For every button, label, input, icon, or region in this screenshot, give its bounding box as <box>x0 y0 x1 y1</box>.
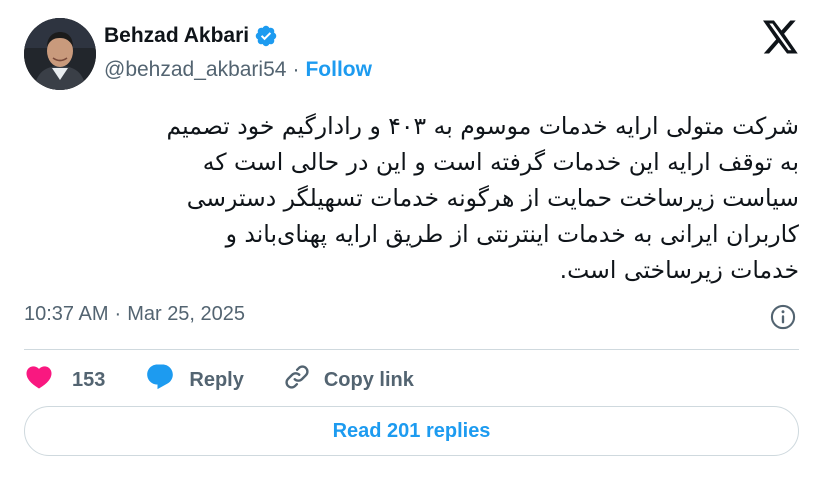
follow-button[interactable]: Follow <box>305 58 372 82</box>
copy-link-label: Copy link <box>323 368 414 391</box>
author-display-name[interactable]: Behzad Akbari <box>104 24 249 48</box>
tweet-time: 10:37 AM <box>24 303 109 325</box>
avatar[interactable] <box>24 18 96 90</box>
handle-separator: · <box>292 58 300 81</box>
like-count: 153 <box>72 368 106 391</box>
author-handle[interactable]: @behzad_akbari54 <box>104 58 286 82</box>
x-logo-icon[interactable] <box>763 20 799 54</box>
speech-bubble-icon <box>145 362 175 398</box>
like-button[interactable]: 153 <box>24 362 105 398</box>
info-icon[interactable] <box>769 303 797 331</box>
read-replies-button[interactable]: Read 201 replies <box>24 406 799 456</box>
tweet-actions: 153 Reply Copy link <box>24 362 414 398</box>
avatar-image <box>24 18 96 90</box>
copy-link-button[interactable]: Copy link <box>282 362 414 398</box>
link-icon <box>282 362 312 398</box>
tweet-date: Mar 25, 2025 <box>127 303 246 325</box>
divider <box>24 349 799 350</box>
heart-icon <box>24 362 54 398</box>
tweet-text: شرکت متولی ارایه خدمات موسوم به ۴۰۳ و را… <box>166 112 799 284</box>
author-handle-row: @behzad_akbari54 · Follow <box>104 58 372 82</box>
verified-badge-icon <box>254 24 278 48</box>
reply-label: Reply <box>189 368 244 391</box>
read-replies-label: Read 201 replies <box>332 419 491 442</box>
timestamp-separator: · <box>114 303 122 325</box>
tweet-card: Behzad Akbari @behzad_akbari54 · Follow … <box>0 0 823 478</box>
reply-button[interactable]: Reply <box>145 362 244 398</box>
tweet-timestamp[interactable]: 10:37 AM · Mar 25, 2025 <box>24 303 245 326</box>
author-name-row: Behzad Akbari <box>104 24 278 48</box>
